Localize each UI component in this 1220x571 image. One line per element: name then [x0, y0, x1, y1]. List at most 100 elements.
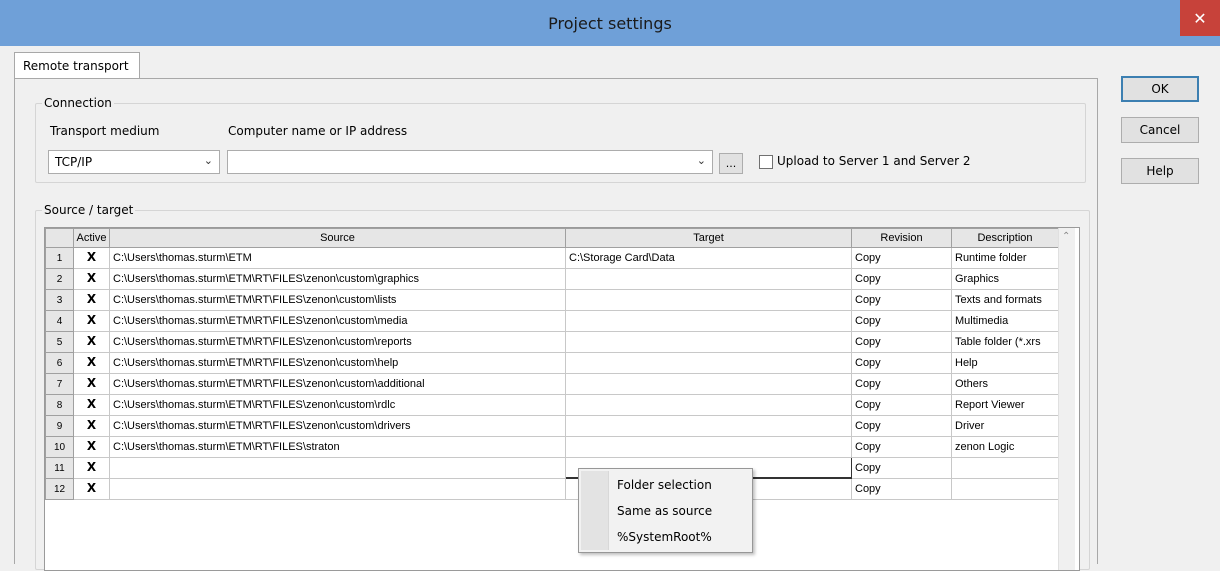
table-row[interactable]: 8 X C:\Users\thomas.sturm\ETM\RT\FILES\zen… — [45, 394, 1059, 416]
active-checkbox[interactable]: X — [86, 293, 98, 306]
description-cell[interactable]: Graphics — [951, 268, 1059, 290]
revision-cell[interactable]: Copy — [851, 247, 952, 269]
scroll-up-icon[interactable]: ⌃ — [1062, 231, 1070, 242]
column-header-description[interactable]: Description — [951, 228, 1059, 248]
menu-item-same-as-source[interactable]: Same as source — [617, 504, 712, 518]
description-cell[interactable]: Driver — [951, 415, 1059, 437]
table-row[interactable]: 9 X C:\Users\thomas.sturm\ETM\RT\FILES\zen… — [45, 415, 1059, 437]
description-cell[interactable]: Runtime folder — [951, 247, 1059, 269]
active-cell[interactable]: X — [73, 457, 110, 479]
table-row[interactable]: 12 X Copy — [45, 478, 1059, 500]
revision-cell[interactable]: Copy — [851, 394, 952, 416]
source-cell[interactable]: C:\Users\thomas.sturm\ETM\RT\FILES\zenon… — [109, 415, 566, 437]
source-cell[interactable]: C:\Users\thomas.sturm\ETM\RT\FILES\strat… — [109, 436, 566, 458]
table-row[interactable]: 2 X C:\Users\thomas.sturm\ETM\RT\FILES\zen… — [45, 268, 1059, 290]
target-cell[interactable] — [565, 310, 852, 332]
source-cell[interactable] — [109, 478, 566, 500]
revision-cell[interactable]: Copy — [851, 352, 952, 374]
table-row[interactable]: 5 X C:\Users\thomas.sturm\ETM\RT\FILES\zen… — [45, 331, 1059, 353]
revision-cell[interactable]: Copy — [851, 331, 952, 353]
cancel-button[interactable]: Cancel — [1121, 117, 1199, 143]
source-cell[interactable]: C:\Users\thomas.sturm\ETM — [109, 247, 566, 269]
revision-cell[interactable]: Copy — [851, 436, 952, 458]
source-target-grid[interactable]: Active Source Target Revision Descriptio… — [44, 227, 1080, 571]
active-checkbox[interactable]: X — [86, 251, 98, 264]
active-checkbox[interactable]: X — [86, 272, 98, 285]
table-row[interactable]: 4 X C:\Users\thomas.sturm\ETM\RT\FILES\zen… — [45, 310, 1059, 332]
source-cell[interactable]: C:\Users\thomas.sturm\ETM\RT\FILES\zenon… — [109, 268, 566, 290]
target-cell[interactable] — [565, 415, 852, 437]
target-cell[interactable] — [565, 352, 852, 374]
table-row[interactable]: 3 X C:\Users\thomas.sturm\ETM\RT\FILES\zen… — [45, 289, 1059, 311]
target-cell[interactable]: C:\Storage Card\Data — [565, 247, 852, 269]
help-button[interactable]: Help — [1121, 158, 1199, 184]
active-cell[interactable]: X — [73, 415, 110, 437]
menu-item-folder-selection[interactable]: Folder selection — [617, 478, 712, 492]
active-cell[interactable]: X — [73, 478, 110, 500]
source-cell[interactable] — [109, 457, 566, 479]
description-cell[interactable]: Others — [951, 373, 1059, 395]
revision-cell[interactable]: Copy — [851, 310, 952, 332]
description-cell[interactable] — [951, 457, 1059, 479]
active-cell[interactable]: X — [73, 268, 110, 290]
browse-button[interactable]: ... — [719, 153, 743, 174]
active-cell[interactable]: X — [73, 436, 110, 458]
active-checkbox[interactable]: X — [86, 377, 98, 390]
table-row[interactable]: 11 X Copy — [45, 457, 1059, 479]
vertical-scrollbar[interactable]: ⌃ — [1058, 228, 1075, 570]
active-cell[interactable]: X — [73, 373, 110, 395]
description-cell[interactable]: Texts and formats — [951, 289, 1059, 311]
active-cell[interactable]: X — [73, 310, 110, 332]
column-header-revision[interactable]: Revision — [851, 228, 952, 248]
computer-name-combobox[interactable]: ⌄ — [227, 150, 713, 174]
upload-checkbox[interactable] — [759, 155, 773, 169]
active-checkbox[interactable]: X — [86, 419, 98, 432]
active-cell[interactable]: X — [73, 247, 110, 269]
close-button[interactable]: ✕ — [1180, 0, 1220, 36]
transport-medium-select[interactable]: TCP/IP ⌄ — [48, 150, 220, 174]
source-cell[interactable]: C:\Users\thomas.sturm\ETM\RT\FILES\zenon… — [109, 373, 566, 395]
description-cell[interactable]: Table folder (*.xrs — [951, 331, 1059, 353]
target-cell[interactable] — [565, 331, 852, 353]
source-cell[interactable]: C:\Users\thomas.sturm\ETM\RT\FILES\zenon… — [109, 310, 566, 332]
menu-item-systemroot[interactable]: %SystemRoot% — [617, 530, 712, 544]
table-row[interactable]: 7 X C:\Users\thomas.sturm\ETM\RT\FILES\zen… — [45, 373, 1059, 395]
tab-remote-transport[interactable]: Remote transport — [14, 52, 140, 79]
target-cell[interactable] — [565, 394, 852, 416]
revision-cell[interactable]: Copy — [851, 289, 952, 311]
target-cell[interactable] — [565, 373, 852, 395]
revision-cell[interactable]: Copy — [851, 415, 952, 437]
active-checkbox[interactable]: X — [86, 482, 98, 495]
active-cell[interactable]: X — [73, 394, 110, 416]
revision-cell[interactable]: Copy — [851, 373, 952, 395]
active-checkbox[interactable]: X — [86, 440, 98, 453]
active-checkbox[interactable]: X — [86, 314, 98, 327]
target-cell[interactable] — [565, 289, 852, 311]
revision-cell[interactable]: Copy — [851, 457, 952, 479]
column-header-target[interactable]: Target — [565, 228, 852, 248]
source-cell[interactable]: C:\Users\thomas.sturm\ETM\RT\FILES\zenon… — [109, 394, 566, 416]
source-cell[interactable]: C:\Users\thomas.sturm\ETM\RT\FILES\zenon… — [109, 352, 566, 374]
source-cell[interactable]: C:\Users\thomas.sturm\ETM\RT\FILES\zenon… — [109, 289, 566, 311]
description-cell[interactable] — [951, 478, 1059, 500]
table-row[interactable]: 10 X C:\Users\thomas.sturm\ETM\RT\FILES\st… — [45, 436, 1059, 458]
active-checkbox[interactable]: X — [86, 356, 98, 369]
source-cell[interactable]: C:\Users\thomas.sturm\ETM\RT\FILES\zenon… — [109, 331, 566, 353]
active-checkbox[interactable]: X — [86, 461, 98, 474]
table-row[interactable]: 1 X C:\Users\thomas.sturm\ETM C:\Storage Ca… — [45, 247, 1059, 269]
column-header-source[interactable]: Source — [109, 228, 566, 248]
target-cell[interactable] — [565, 436, 852, 458]
column-header-active[interactable]: Active — [73, 228, 110, 248]
description-cell[interactable]: Help — [951, 352, 1059, 374]
revision-cell[interactable]: Copy — [851, 268, 952, 290]
revision-cell[interactable]: Copy — [851, 478, 952, 500]
description-cell[interactable]: Multimedia — [951, 310, 1059, 332]
description-cell[interactable]: Report Viewer — [951, 394, 1059, 416]
active-checkbox[interactable]: X — [86, 335, 98, 348]
active-cell[interactable]: X — [73, 352, 110, 374]
table-row[interactable]: 6 X C:\Users\thomas.sturm\ETM\RT\FILES\zen… — [45, 352, 1059, 374]
target-cell[interactable] — [565, 268, 852, 290]
active-cell[interactable]: X — [73, 289, 110, 311]
active-cell[interactable]: X — [73, 331, 110, 353]
ok-button[interactable]: OK — [1121, 76, 1199, 102]
